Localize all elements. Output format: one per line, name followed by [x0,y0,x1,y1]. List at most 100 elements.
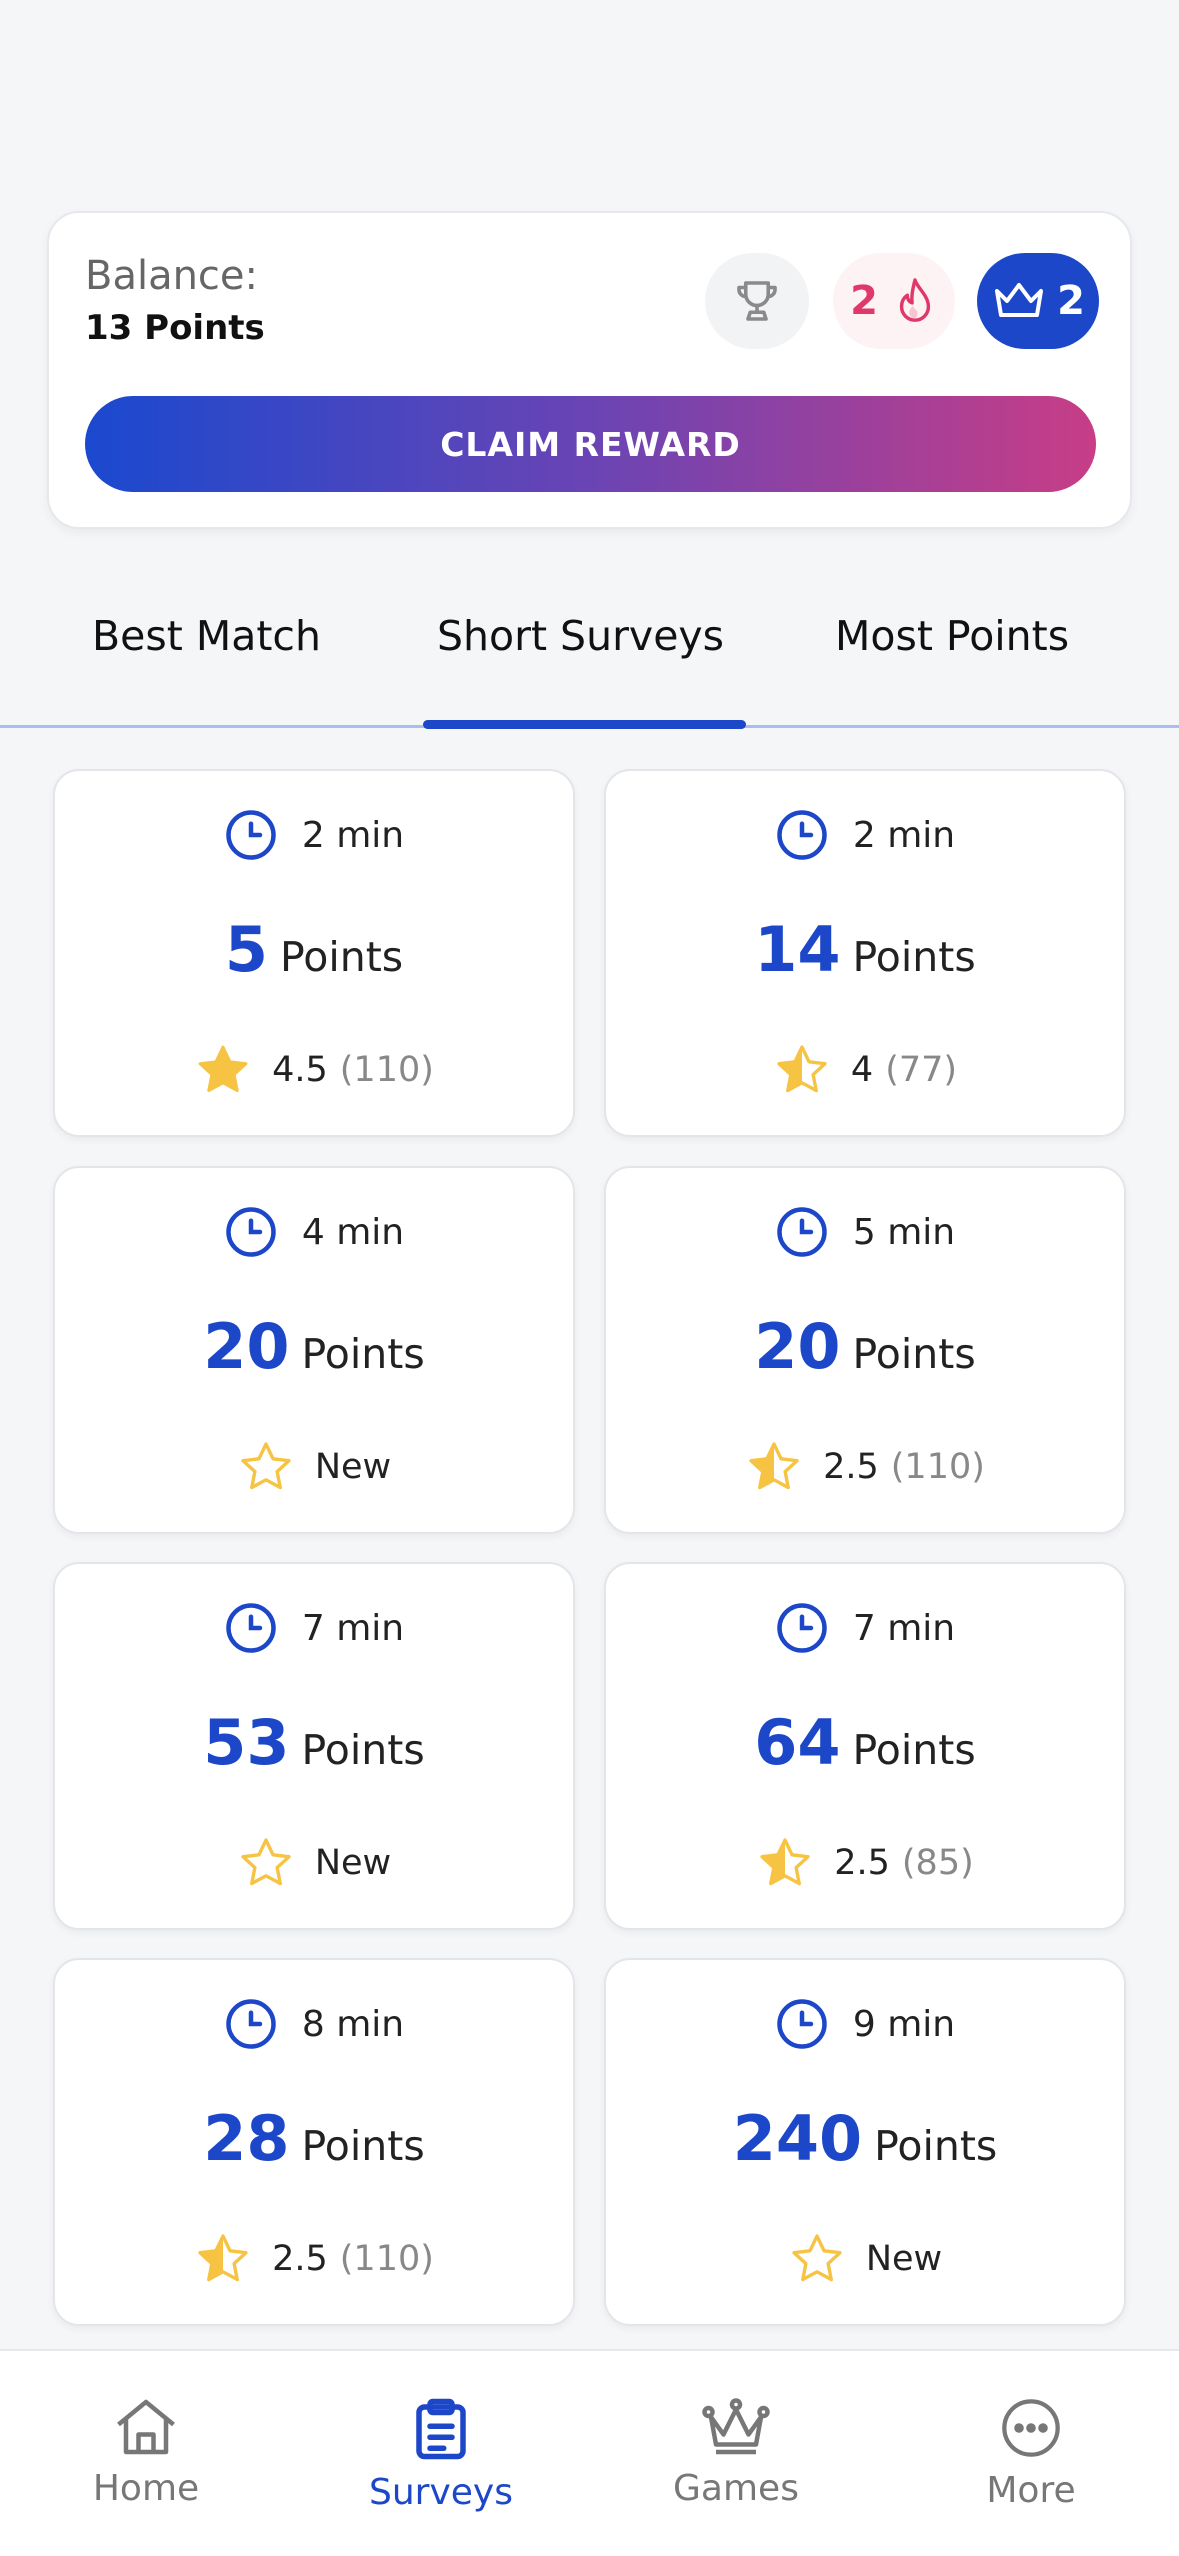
nav-more[interactable]: More [921,2396,1141,2536]
claim-reward-button[interactable]: CLAIM REWARD [85,396,1096,492]
survey-rating-value: New [314,1447,392,1487]
survey-rating: 2.5 (110) [55,2226,573,2292]
clock-icon [224,1997,278,2051]
survey-card[interactable]: 2 min 14 Points 4 (77) [604,769,1126,1137]
survey-points: 5 Points [55,913,573,993]
nav-surveys[interactable]: Surveys [331,2396,551,2536]
survey-points-value: 53 [203,1706,290,1779]
streak-count: 2 [850,278,878,324]
survey-points: 20 Points [55,1310,573,1390]
star-icon [788,2230,846,2288]
bottom-nav: Home Surveys Games More [0,2349,1179,2556]
survey-rating: 4.5 (110) [55,1037,573,1103]
nav-games[interactable]: Games [626,2396,846,2536]
survey-points: 28 Points [55,2102,573,2182]
survey-points-value: 28 [203,2102,290,2175]
survey-time: 7 min [55,1600,573,1656]
survey-time-text: 7 min [852,1607,956,1649]
active-tab-indicator [423,720,746,729]
survey-rating-count: (77) [885,1050,958,1090]
survey-points: 14 Points [606,913,1124,993]
survey-card[interactable]: 5 min 20 Points 2.5 (110) [604,1166,1126,1534]
survey-time: 5 min [606,1204,1124,1260]
clipboard-icon [410,2396,472,2462]
tab-most-points[interactable]: Most Points [835,612,1069,660]
survey-points: 240 Points [606,2102,1124,2182]
clock-icon [224,808,278,862]
trophy-button[interactable] [705,253,809,349]
star-icon [194,2230,252,2288]
survey-time-text: 2 min [301,814,405,856]
crown-badge[interactable]: 2 [977,253,1099,349]
survey-time-text: 2 min [852,814,956,856]
survey-rating-value: 2.5 [823,1447,879,1487]
survey-card[interactable]: 8 min 28 Points 2.5 (110) [53,1958,575,2326]
survey-points-label: Points [852,1330,976,1378]
clock-icon [775,808,829,862]
survey-time-text: 7 min [301,1607,405,1649]
clock-icon [224,1205,278,1259]
nav-home[interactable]: Home [36,2396,256,2536]
survey-points: 53 Points [55,1706,573,1786]
star-icon [745,1438,803,1496]
crown-icon [991,278,1047,324]
survey-points: 20 Points [606,1310,1124,1390]
survey-rating-value: 2.5 [834,1843,890,1883]
survey-time-text: 5 min [852,1211,956,1253]
balance-value: 13 Points [85,308,265,348]
survey-tabs: Best Match Short Surveys Most Points [0,590,1179,729]
home-icon [111,2396,181,2458]
survey-card[interactable]: 2 min 5 Points 4.5 (110) [53,769,575,1137]
survey-rating: 2.5 (110) [606,1434,1124,1500]
survey-rating-value: New [865,2239,943,2279]
tab-short-surveys[interactable]: Short Surveys [437,612,724,660]
survey-time: 2 min [55,807,573,863]
survey-points-value: 5 [224,913,268,986]
streak-badge[interactable]: 2 [833,253,955,349]
survey-time-text: 8 min [301,2003,405,2045]
survey-rating: New [55,1830,573,1896]
survey-points-value: 64 [754,1706,841,1779]
survey-points-value: 20 [203,1310,290,1383]
tab-best-match[interactable]: Best Match [92,612,321,660]
star-icon [237,1438,295,1496]
star-icon [194,1041,252,1099]
survey-rating-value: 2.5 [272,2239,328,2279]
survey-time: 2 min [606,807,1124,863]
more-icon [999,2396,1063,2460]
survey-rating-value: 4 [850,1050,874,1090]
survey-card[interactable]: 4 min 20 Points New [53,1166,575,1534]
survey-card[interactable]: 7 min 53 Points New [53,1562,575,1930]
clock-icon [775,1205,829,1259]
flame-icon [892,275,938,327]
survey-time: 9 min [606,1996,1124,2052]
clock-icon [775,1997,829,2051]
nav-games-label: Games [673,2468,799,2509]
crown-icon [701,2396,771,2458]
star-icon [773,1041,831,1099]
survey-rating-count: (110) [339,2239,434,2279]
survey-rating-count: (110) [890,1447,985,1487]
survey-points-label: Points [852,933,976,981]
survey-card[interactable]: 7 min 64 Points 2.5 (85) [604,1562,1126,1930]
survey-time-text: 9 min [852,2003,956,2045]
survey-rating: 4 (77) [606,1037,1124,1103]
balance-card: Balance: 13 Points 2 2 CLAIM REWARD [47,211,1132,529]
survey-rating-value: 4.5 [272,1050,328,1090]
survey-points: 64 Points [606,1706,1124,1786]
survey-time-text: 4 min [301,1211,405,1253]
survey-card[interactable]: 9 min 240 Points New [604,1958,1126,2326]
survey-rating: 2.5 (85) [606,1830,1124,1896]
survey-points-value: 20 [754,1310,841,1383]
star-icon [237,1834,295,1892]
survey-rating-value: New [314,1843,392,1883]
survey-time: 4 min [55,1204,573,1260]
survey-rating: New [55,1434,573,1500]
nav-more-label: More [986,2470,1076,2511]
survey-points-label: Points [852,1726,976,1774]
survey-time: 7 min [606,1600,1124,1656]
survey-points-label: Points [301,2122,425,2170]
clock-icon [224,1601,278,1655]
star-icon [756,1834,814,1892]
survey-points-label: Points [279,933,404,981]
